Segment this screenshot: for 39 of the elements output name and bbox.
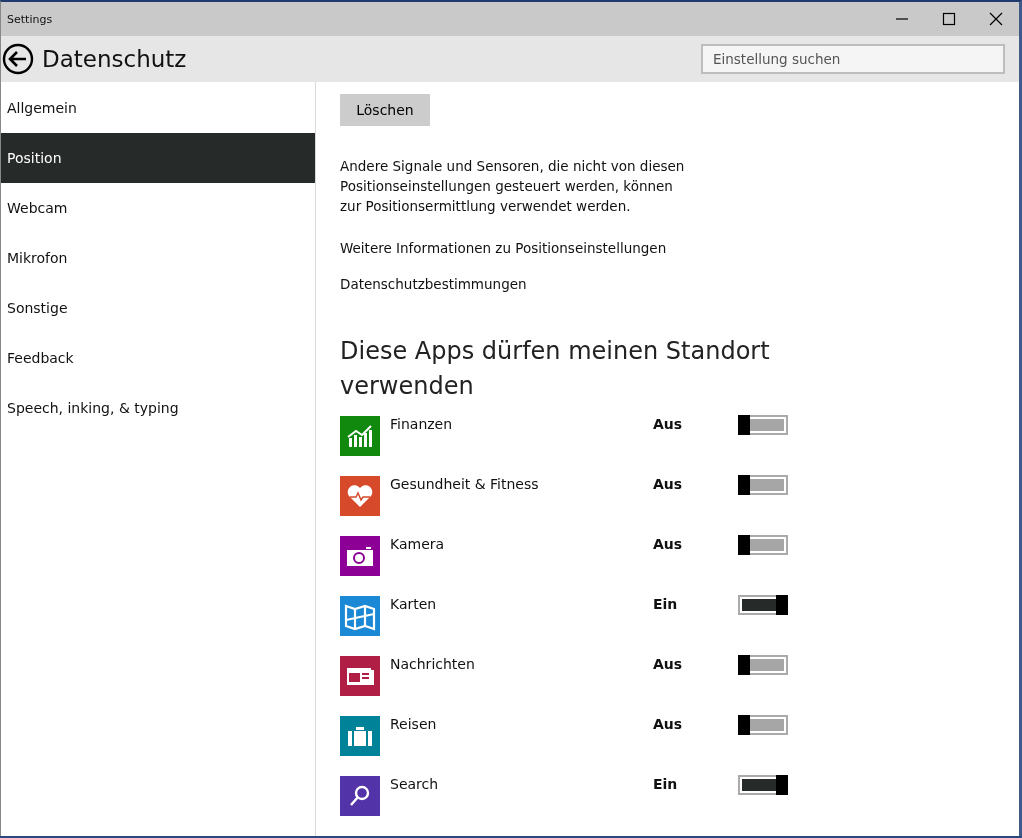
page-title: Datenschutz — [42, 46, 188, 72]
toggle-switch[interactable] — [738, 775, 788, 795]
toggle-status: Aus — [653, 716, 684, 732]
toggle-status: Ein — [653, 776, 679, 792]
sidebar-item[interactable]: Position — [1, 133, 315, 183]
back-icon[interactable] — [2, 43, 34, 75]
sidebar-item[interactable]: Mikrofon — [1, 233, 315, 283]
clear-button[interactable]: Löschen — [340, 94, 430, 126]
app-name: Finanzen — [390, 416, 454, 432]
app-name: Reisen — [390, 716, 438, 732]
close-icon — [988, 12, 1003, 26]
maximize-icon — [941, 12, 956, 26]
toggle-switch[interactable] — [738, 655, 788, 675]
sidebar-item[interactable]: Allgemein — [1, 83, 315, 133]
toggle-status: Ein — [653, 596, 679, 612]
link[interactable]: Datenschutzbestimmungen — [340, 276, 527, 292]
toggle-switch[interactable] — [738, 715, 788, 735]
sidebar-item[interactable]: Sonstige — [1, 283, 315, 333]
toggle-status: Aus — [653, 416, 684, 432]
sidebar-item[interactable]: Speech, inking, & typing — [1, 383, 315, 433]
info-text: Andere Signale und Sensoren, die nicht von diesen Positionseinstellungen gesteuert werden, können zur Positionsermittlung verwendet werden. — [340, 157, 686, 216]
app-name: Search — [390, 776, 440, 792]
app-name: Nachrichten — [390, 656, 476, 672]
toggle-switch[interactable] — [738, 475, 788, 495]
toggle-status: Aus — [653, 536, 684, 552]
app-name: Karten — [390, 596, 438, 612]
sidebar-item[interactable]: Feedback — [1, 333, 315, 383]
toggle-switch[interactable] — [738, 535, 788, 555]
toggle-switch[interactable] — [738, 415, 788, 435]
toggle-status: Aus — [653, 476, 684, 492]
toggle-switch[interactable] — [738, 595, 788, 615]
search-field[interactable]: Einstellung suchen — [701, 44, 1005, 74]
sidebar-item[interactable]: Webcam — [1, 183, 315, 233]
link[interactable]: Weitere Informationen zu Positionseinstellungen — [340, 240, 667, 256]
section-heading: Diese Apps dürfen meinen Standort verwenden — [340, 336, 771, 402]
app-name: Gesundheit & Fitness — [390, 476, 540, 492]
window-title: Settings — [7, 12, 53, 26]
toggle-status: Aus — [653, 656, 684, 672]
app-name: Kamera — [390, 536, 446, 552]
